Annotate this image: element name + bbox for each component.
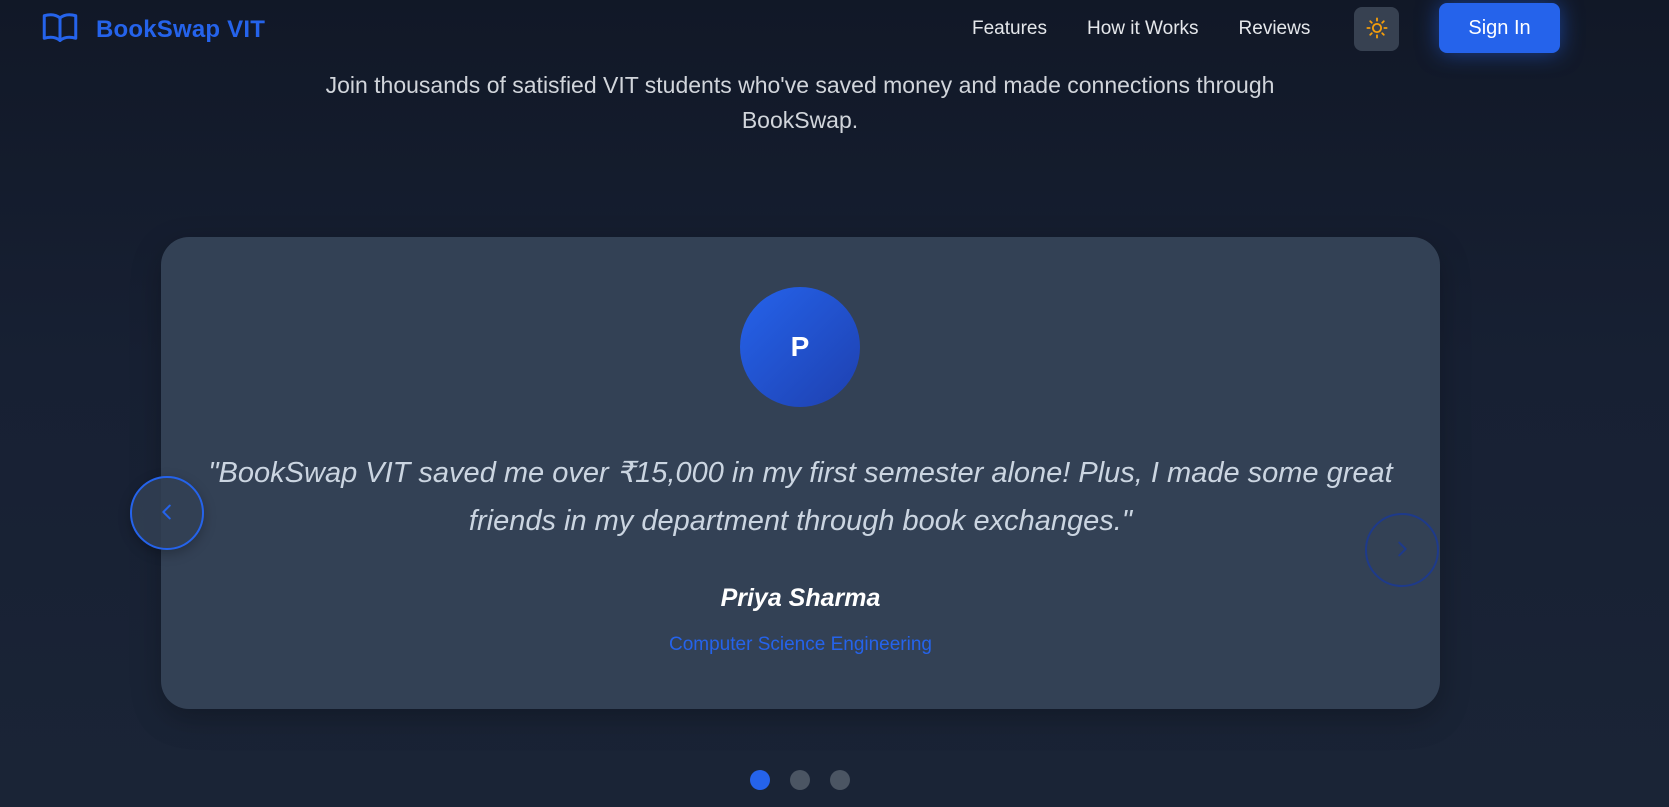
carousel-dots	[750, 770, 850, 790]
testimonial-card: P "BookSwap VIT saved me over ₹15,000 in…	[161, 237, 1440, 709]
navbar: BookSwap VIT Features How it Works Revie…	[0, 0, 1669, 58]
theme-toggle-button[interactable]	[1354, 7, 1399, 51]
brand-logo-link[interactable]: BookSwap VIT	[42, 12, 265, 47]
nav-link-reviews[interactable]: Reviews	[1239, 18, 1311, 40]
chevron-right-icon	[1391, 538, 1413, 563]
book-open-icon	[42, 12, 78, 47]
sign-in-button[interactable]: Sign In	[1439, 3, 1560, 53]
carousel-dot-2[interactable]	[790, 770, 810, 790]
testimonial-author: Priya Sharma	[720, 584, 881, 612]
avatar: P	[740, 287, 860, 407]
nav-links: Features How it Works Reviews	[972, 18, 1310, 40]
carousel-dot-3[interactable]	[830, 770, 850, 790]
carousel-dot-1[interactable]	[750, 770, 770, 790]
carousel-next-button[interactable]	[1365, 513, 1439, 587]
brand-name: BookSwap VIT	[96, 15, 266, 43]
nav-link-features[interactable]: Features	[972, 18, 1047, 40]
testimonial-department: Computer Science Engineering	[669, 634, 932, 655]
nav-link-how-it-works[interactable]: How it Works	[1087, 18, 1199, 40]
carousel-prev-button[interactable]	[130, 476, 204, 550]
reviews-subtitle: Join thousands of satisfied VIT students…	[325, 72, 1275, 133]
chevron-left-icon	[156, 501, 178, 526]
testimonial-quote: "BookSwap VIT saved me over ₹15,000 in m…	[208, 457, 1393, 537]
sun-icon	[1365, 16, 1388, 42]
